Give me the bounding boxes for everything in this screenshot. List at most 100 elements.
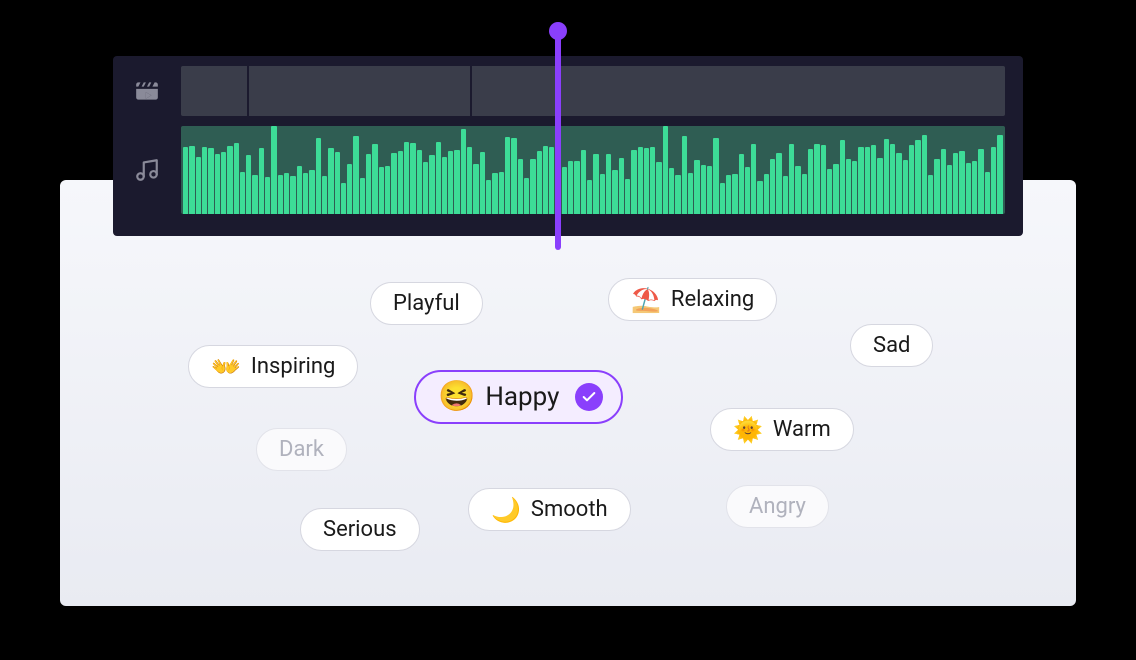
waveform-bar	[568, 161, 573, 214]
waveform-bar	[290, 176, 295, 214]
waveform-bar	[322, 176, 327, 214]
waveform-bar	[890, 144, 895, 214]
waveform-bar	[265, 177, 270, 214]
waveform-bar	[202, 147, 207, 214]
waveform-bar	[776, 153, 781, 214]
waveform-bar	[663, 126, 668, 214]
waveform-bar	[303, 173, 308, 214]
waveform-bar	[644, 148, 649, 214]
waveform-bar	[499, 172, 504, 215]
waveform-bar	[745, 167, 750, 214]
waveform-bar	[840, 140, 845, 214]
waveform-bar	[858, 147, 863, 214]
waveform-bar	[631, 150, 636, 214]
waveform-bar	[865, 147, 870, 214]
waveform-bar	[246, 155, 251, 214]
waveform-bar	[656, 162, 661, 214]
video-clip-segment[interactable]	[472, 66, 1005, 116]
tag-angry[interactable]: Angry	[726, 485, 829, 528]
tag-smooth[interactable]: 🌙 Smooth	[468, 488, 631, 531]
video-track-row	[131, 66, 1005, 116]
waveform-bar	[353, 136, 358, 214]
sun-icon: 🌞	[733, 418, 763, 442]
waveform-bar	[461, 129, 466, 214]
waveform-bar	[360, 178, 365, 214]
waveform-bar	[448, 151, 453, 214]
waveform-bar	[316, 138, 321, 214]
umbrella-icon: ⛱️	[631, 288, 661, 312]
waveform-bar	[991, 147, 996, 214]
waveform-bar	[694, 160, 699, 214]
waveform-bar	[297, 166, 302, 214]
waveform-bar	[959, 151, 964, 214]
waveform-bar	[234, 143, 239, 214]
waveform-bar	[492, 173, 497, 214]
waveform-bar	[783, 176, 788, 214]
audio-waveform-track[interactable]	[181, 126, 1005, 214]
waveform-bar	[903, 160, 908, 214]
waveform-bar	[505, 137, 510, 214]
waveform-bar	[309, 170, 314, 214]
waveform-bar	[732, 174, 737, 214]
tag-dark[interactable]: Dark	[256, 428, 347, 471]
waveform-bar	[726, 175, 731, 214]
waveform-bar	[574, 161, 579, 214]
waveform-bar	[612, 170, 617, 214]
tag-happy[interactable]: 😆 Happy	[414, 370, 623, 424]
waveform-bar	[871, 145, 876, 214]
waveform-bar	[953, 153, 958, 214]
waveform-bar	[941, 149, 946, 214]
tag-relaxing[interactable]: ⛱️ Relaxing	[608, 278, 777, 321]
waveform-bar	[524, 178, 529, 214]
tag-serious[interactable]: Serious	[300, 508, 420, 551]
tag-sad[interactable]: Sad	[850, 324, 933, 367]
waveform-bar	[720, 183, 725, 214]
waveform-bar	[739, 154, 744, 214]
moon-icon: 🌙	[491, 498, 521, 522]
waveform-bar	[625, 179, 630, 214]
waveform-bar	[259, 148, 264, 214]
waveform-bar	[189, 146, 194, 214]
laugh-icon: 😆	[438, 382, 475, 412]
tag-playful[interactable]: Playful	[370, 282, 483, 325]
waveform-bar	[581, 150, 586, 214]
waveform-bar	[423, 162, 428, 214]
waveform-bar	[530, 159, 535, 214]
waveform-bar	[221, 152, 226, 214]
waveform-bar	[183, 147, 188, 214]
waveform-bar	[454, 150, 459, 214]
waveform-bar	[770, 159, 775, 214]
waveform-bar	[619, 158, 624, 214]
waveform-bar	[467, 147, 472, 214]
waveform-bar	[802, 174, 807, 214]
waveform-bar	[852, 161, 857, 214]
waveform-bar	[789, 144, 794, 214]
waveform-bar	[688, 173, 693, 214]
video-track[interactable]	[181, 66, 1005, 116]
video-clip-segment[interactable]	[181, 66, 249, 116]
waveform-bar	[215, 154, 220, 214]
tag-label: Inspiring	[251, 354, 336, 379]
waveform-bar	[436, 142, 441, 214]
waveform-bar	[751, 144, 756, 214]
waveform-bar	[366, 154, 371, 214]
tag-warm[interactable]: 🌞 Warm	[710, 408, 854, 451]
timeline-panel	[113, 56, 1023, 236]
waveform-bar	[966, 163, 971, 214]
tag-label: Happy	[485, 382, 559, 412]
waveform-bar	[429, 155, 434, 214]
playhead[interactable]	[555, 30, 561, 250]
video-clip-segment[interactable]	[249, 66, 472, 116]
waveform-bar	[757, 181, 762, 214]
waveform-bar	[240, 172, 245, 215]
waveform-bar	[669, 168, 674, 214]
tag-label: Dark	[279, 437, 324, 462]
waveform-bar	[196, 157, 201, 214]
audio-track-row	[131, 126, 1005, 214]
waveform-bar	[922, 135, 927, 214]
waveform-bar	[208, 148, 213, 214]
tag-inspiring[interactable]: 👐 Inspiring	[188, 345, 358, 388]
waveform-bar	[271, 126, 276, 214]
waveform-bar	[543, 146, 548, 214]
waveform-bar	[385, 166, 390, 214]
